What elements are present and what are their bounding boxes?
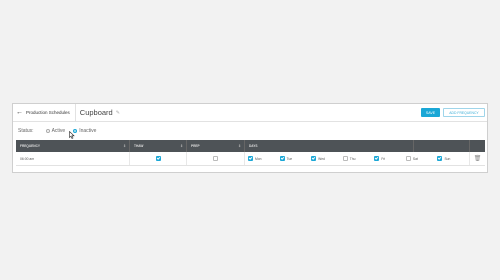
day-checkbox[interactable] (311, 156, 317, 161)
column-header-label: DAYS (249, 144, 258, 148)
day-checkbox[interactable] (405, 156, 411, 161)
status-inactive-radio[interactable]: Inactive (73, 128, 96, 134)
sort-icon: ⇕ (180, 144, 183, 148)
day-thu[interactable]: Thu (342, 156, 375, 161)
schedule-panel: ← Production Schedules Cupboard ✎ SAVE A… (12, 103, 488, 173)
actions-cell: 🗑 (470, 152, 485, 165)
column-header-days: DAYS (245, 140, 414, 152)
day-checkbox[interactable] (279, 156, 285, 161)
day-label: Fri (381, 156, 386, 161)
schedule-title-text: Cupboard (79, 108, 113, 117)
column-header-frequency[interactable]: FREQUENCY ⇕ (16, 140, 130, 152)
status-label: Status: (18, 128, 34, 134)
radio-dot (45, 129, 50, 133)
day-label: Tue (286, 156, 293, 161)
column-header-thaw[interactable]: THAW ⇕ (130, 140, 187, 152)
table-header: FREQUENCY ⇕ THAW ⇕ PREP ⇕ DAYS (16, 140, 485, 152)
day-label: Wed (318, 156, 325, 161)
sort-icon: ⇕ (123, 144, 126, 148)
add-frequency-button[interactable]: ADD FREQUENCY (443, 108, 485, 117)
frequency-value: 06:00 am (20, 156, 35, 161)
sort-icon: ⇕ (238, 144, 241, 148)
day-checkbox[interactable] (374, 156, 380, 161)
save-button[interactable]: SAVE (421, 108, 440, 117)
day-wed[interactable]: Wed (311, 156, 343, 161)
day-sun[interactable]: Sun (437, 156, 469, 161)
day-label: Sat (412, 156, 418, 161)
days-cell: Mon Tue Wed Thu Fri Sat Sun (245, 152, 470, 165)
day-sat[interactable]: Sat (405, 156, 438, 161)
schedule-title[interactable]: Cupboard ✎ (76, 108, 120, 117)
table-row: 06:00 am Mon Tue Wed Thu Fri Sat Sun 🗑 (16, 152, 485, 166)
status-group: Status: Active Inactive (18, 128, 104, 134)
day-mon[interactable]: Mon (248, 156, 280, 161)
day-checkbox[interactable] (342, 156, 348, 161)
day-checkbox[interactable] (437, 156, 443, 161)
column-header-label: PREP (191, 144, 200, 148)
column-header-label: FREQUENCY (20, 144, 41, 148)
arrow-left-icon: ← (16, 109, 23, 116)
frequency-cell[interactable]: 06:00 am (16, 152, 130, 165)
column-header-prep[interactable]: PREP ⇕ (187, 140, 245, 152)
status-active-radio[interactable]: Active (45, 128, 66, 134)
column-header-label: THAW (134, 144, 144, 148)
back-label: Production Schedules (26, 110, 70, 115)
day-label: Mon (255, 156, 262, 161)
thaw-checkbox[interactable] (155, 156, 161, 161)
prep-cell (187, 152, 245, 165)
day-fri[interactable]: Fri (374, 156, 406, 161)
prep-checkbox[interactable] (213, 156, 218, 161)
day-tue[interactable]: Tue (279, 156, 312, 161)
day-label: Sun (444, 156, 451, 161)
thaw-cell (130, 152, 187, 165)
day-checkbox[interactable] (248, 156, 253, 161)
status-active-label: Active (51, 128, 66, 134)
trash-icon[interactable]: 🗑 (474, 155, 482, 162)
pencil-icon[interactable]: ✎ (116, 110, 120, 116)
status-inactive-label: Inactive (79, 128, 97, 134)
back-to-production-schedules-button[interactable]: ← Production Schedules (13, 103, 76, 122)
column-header-actions (470, 140, 485, 152)
top-bar: ← Production Schedules Cupboard ✎ SAVE A… (13, 103, 487, 122)
day-label: Thu (349, 156, 356, 161)
column-header-spacer (414, 140, 470, 152)
